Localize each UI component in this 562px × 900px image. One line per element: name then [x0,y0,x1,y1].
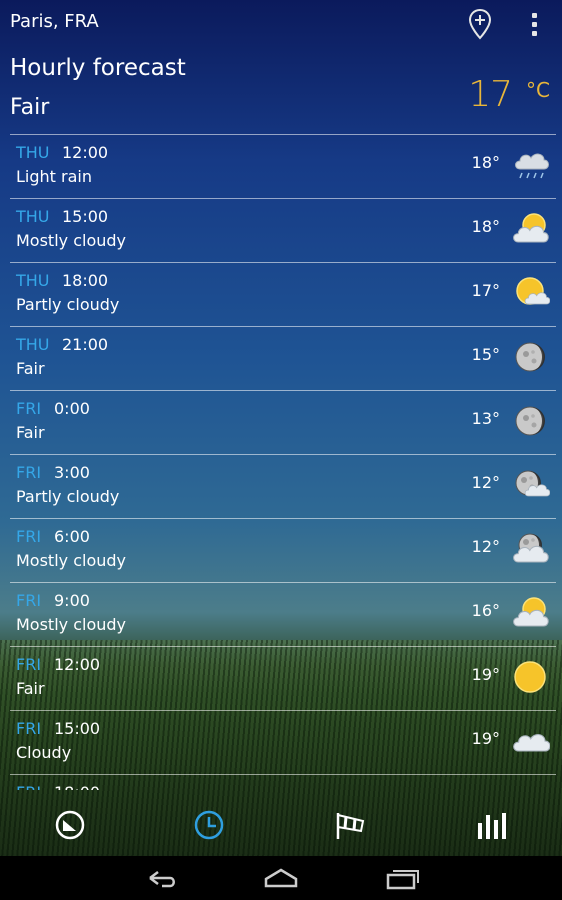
forecast-day: FRI [16,463,42,482]
forecast-day: THU [16,271,50,290]
bottom-navigation [0,795,562,857]
bar-chart-icon [478,813,506,839]
forecast-description: Fair [16,423,45,442]
forecast-row[interactable]: FRI 18:00 [10,774,556,790]
hourly-forecast-list[interactable]: THU 12:00 Light rain 18° THU 15:00 Mostl… [10,134,556,790]
hourly-forecast-tab[interactable] [189,807,229,843]
forecast-temperature: 19° [471,729,500,748]
forecast-day: FRI [16,719,42,738]
forecast-day: FRI [16,655,42,674]
forecast-description: Mostly cloudy [16,231,126,250]
location-title[interactable]: Paris, FRA [10,11,99,32]
forecast-time: 0:00 [54,399,90,418]
home-icon[interactable] [261,864,301,892]
forecast-time: 15:00 [62,207,109,226]
light-rain-icon [510,147,550,183]
forecast-row[interactable]: THU 18:00 Partly cloudy 17° [10,262,556,326]
forecast-time: 21:00 [62,335,109,354]
forecast-description: Mostly cloudy [16,551,126,570]
page-title: Hourly forecast [10,55,186,81]
clock-icon [194,810,224,840]
forecast-row[interactable]: FRI 6:00 Mostly cloudy 12° [10,518,556,582]
current-temperature: 17 [468,74,513,115]
forecast-row[interactable]: THU 21:00 Fair 15° [10,326,556,390]
forecast-temperature: 13° [471,409,500,428]
forecast-time: 12:00 [54,655,101,674]
forecast-temperature: 19° [471,665,500,684]
temperature-unit: °C [526,78,550,102]
forecast-description: Partly cloudy [16,487,120,506]
partly-cloudy-night-icon [510,467,551,503]
forecast-time: 3:00 [54,463,90,482]
overflow-menu-icon[interactable] [524,10,544,38]
forecast-temperature: 18° [471,153,500,172]
add-location-pin-icon[interactable] [468,8,492,40]
forecast-day: THU [16,335,50,354]
partly-cloudy-day-icon [510,275,551,311]
forecast-row[interactable]: FRI 0:00 Fair 13° [10,390,556,454]
forecast-description: Cloudy [16,743,72,762]
mostly-cloudy-night-icon [510,531,550,567]
forecast-description: Fair [16,679,45,698]
forecast-temperature: 12° [471,473,500,492]
forecast-description: Partly cloudy [16,295,120,314]
wind-tab[interactable] [330,807,370,843]
mostly-cloudy-day-icon [510,211,550,247]
action-bar: Paris, FRA [0,0,562,46]
forecast-day: FRI [16,527,42,546]
forecast-description: Mostly cloudy [16,615,126,634]
forecast-temperature: 18° [471,217,500,236]
forecast-temperature: 15° [471,345,500,364]
gauge-icon [55,810,85,840]
charts-tab[interactable] [472,807,512,843]
forecast-day: FRI [16,399,42,418]
forecast-row[interactable]: FRI 12:00 Fair 19° [10,646,556,710]
forecast-temperature: 17° [471,281,500,300]
forecast-description: Light rain [16,167,92,186]
back-icon[interactable] [142,864,182,892]
moon-icon [510,403,550,439]
moon-icon [510,339,550,375]
forecast-time: 9:00 [54,591,90,610]
forecast-row[interactable]: THU 15:00 Mostly cloudy 18° [10,198,556,262]
forecast-time: 18:00 [62,271,109,290]
weather-icon [510,787,550,790]
forecast-row[interactable]: THU 12:00 Light rain 18° [10,134,556,198]
current-conditions-tab[interactable] [50,807,90,843]
forecast-time: 12:00 [62,143,109,162]
forecast-row[interactable]: FRI 9:00 Mostly cloudy 16° [10,582,556,646]
forecast-time: 15:00 [54,719,101,738]
forecast-day: THU [16,143,50,162]
forecast-row[interactable]: FRI 15:00 Cloudy 19° [10,710,556,774]
forecast-temperature: 12° [471,537,500,556]
windsock-icon [336,813,365,839]
forecast-row[interactable]: FRI 3:00 Partly cloudy 12° [10,454,556,518]
forecast-day: FRI [16,591,42,610]
sun-icon [510,659,550,695]
forecast-description: Fair [16,359,45,378]
forecast-time: 18:00 [54,783,100,790]
recent-apps-icon[interactable] [382,864,422,892]
current-condition: Fair [10,95,50,120]
cloud-icon [510,723,551,759]
forecast-time: 6:00 [54,527,90,546]
system-navigation-bar [0,856,562,900]
forecast-day: FRI [16,783,41,790]
mostly-cloudy-day-icon [510,595,550,631]
forecast-temperature: 16° [471,601,500,620]
forecast-day: THU [16,207,50,226]
